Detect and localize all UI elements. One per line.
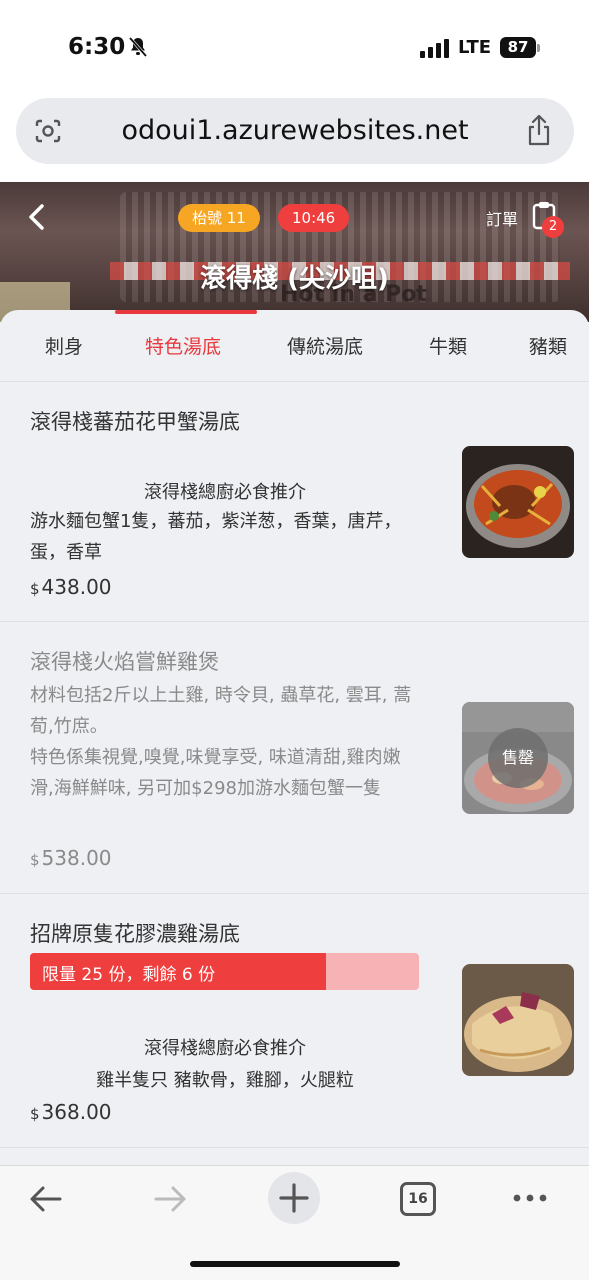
shop-title: 滾得棧 (尖沙咀) [200, 264, 389, 294]
item-description-line: 材料包括2斤以上土雞, 時令貝, 蟲草花, 雲耳, 蒿荀,竹庶。 [30, 685, 412, 737]
more-dots-icon[interactable] [512, 1188, 548, 1208]
network-type: LTE [458, 37, 492, 58]
order-count-badge: 2 [542, 216, 564, 238]
item-description: 雞半隻只 豬軟骨，雞腳，火腿粒 [96, 1070, 354, 1091]
plus-icon [279, 1183, 309, 1213]
share-icon[interactable] [526, 114, 552, 146]
menu-item[interactable]: 招牌原隻花膠濃雞湯底 限量 25 份，剩餘 6 份 滾得棧總廚必食推介 雞半隻只… [0, 894, 589, 1148]
item-price: $538.00 [30, 846, 112, 870]
menu-item[interactable]: 滾得棧火焰嘗鮮雞煲 材料包括2斤以上土雞, 時令貝, 蟲草花, 雲耳, 蒿荀,竹… [0, 622, 589, 894]
tab-traditional-soup[interactable]: 傳統湯底 [287, 332, 363, 359]
url-text[interactable]: odoui1.azurewebsites.net [16, 115, 574, 146]
crab-soup-image [462, 446, 574, 558]
item-photo[interactable] [462, 446, 574, 558]
forward-arrow-icon[interactable] [152, 1184, 188, 1214]
menu-item[interactable]: 滾得棧蕃茄花甲蟹湯底 滾得棧總廚必食推介 游水麵包蟹1隻，蕃茄，紫洋葱，香葉，唐… [0, 382, 589, 622]
limited-stock-bar: 限量 25 份，剩餘 6 份 [30, 953, 419, 990]
item-description-line: 特色係集視覺,嗅覺,味覺享受, 味道清甜,雞肉嫩滑,海鮮鮮味, 另可加$298加… [30, 747, 401, 799]
item-name: 滾得棧蕃茄花甲蟹湯底 [30, 410, 240, 434]
item-subtitle: 滾得棧總廚必食推介 [144, 482, 306, 503]
tab-pork[interactable]: 豬類 [529, 332, 567, 359]
battery-tip [537, 44, 540, 52]
item-price: $368.00 [30, 1100, 112, 1124]
limited-stock-text: 限量 25 份，剩餘 6 份 [42, 965, 216, 985]
item-name: 招牌原隻花膠濃雞湯底 [30, 922, 240, 946]
home-indicator [190, 1261, 400, 1267]
back-arrow-icon[interactable] [28, 1184, 64, 1214]
signal-icon [420, 38, 450, 58]
address-bar[interactable]: odoui1.azurewebsites.net [16, 98, 574, 164]
price-value: 538.00 [41, 846, 112, 870]
sold-out-badge: 售罄 [488, 728, 548, 788]
item-photo[interactable]: 售罄 [462, 702, 574, 814]
tab-sashimi[interactable]: 刺身 [45, 332, 83, 359]
table-number-tag: 枱號 11 [178, 204, 260, 232]
status-time: 6:30 [68, 34, 126, 60]
tab-special-soup[interactable]: 特色湯底 [145, 332, 221, 359]
browser-address-area: odoui1.azurewebsites.net [0, 92, 589, 182]
tab-switcher-button[interactable]: 16 [400, 1182, 436, 1216]
time-tag: 10:46 [278, 204, 350, 232]
currency-symbol: $ [30, 851, 40, 869]
currency-symbol: $ [30, 1105, 40, 1123]
status-bar: 6:30 LTE 87 [0, 0, 589, 92]
item-description: 材料包括2斤以上土雞, 時令貝, 蟲草花, 雲耳, 蒿荀,竹庶。 特色係集視覺,… [30, 680, 420, 804]
currency-symbol: $ [30, 580, 40, 598]
battery-icon: 87 [500, 37, 536, 58]
order-label[interactable]: 訂單 [486, 206, 518, 230]
browser-toolbar: 16 [0, 1165, 589, 1280]
shop-header-banner: Hot in a Pot 枱號 11 10:46 訂單 2 滾得棧 (尖沙咀) [0, 182, 589, 322]
category-tabs: 刺身 特色湯底 傳統湯底 牛類 豬類 [0, 310, 589, 382]
item-name: 滾得棧火焰嘗鮮雞煲 [30, 650, 219, 674]
new-tab-button[interactable] [268, 1172, 320, 1224]
price-value: 438.00 [41, 575, 112, 599]
item-price: $438.00 [30, 575, 112, 599]
item-subtitle: 滾得棧總廚必食推介 [144, 1038, 306, 1059]
tab-beef[interactable]: 牛類 [429, 332, 467, 359]
price-value: 368.00 [41, 1100, 112, 1124]
fish-maw-chicken-image [462, 964, 574, 1076]
item-description: 游水麵包蟹1隻，蕃茄，紫洋葱，香葉，唐芹，蛋，香草 [30, 511, 402, 563]
item-photo[interactable] [462, 964, 574, 1076]
back-chevron-icon[interactable] [24, 202, 50, 232]
active-tab-indicator [115, 310, 257, 314]
bell-muted-icon [128, 37, 148, 57]
